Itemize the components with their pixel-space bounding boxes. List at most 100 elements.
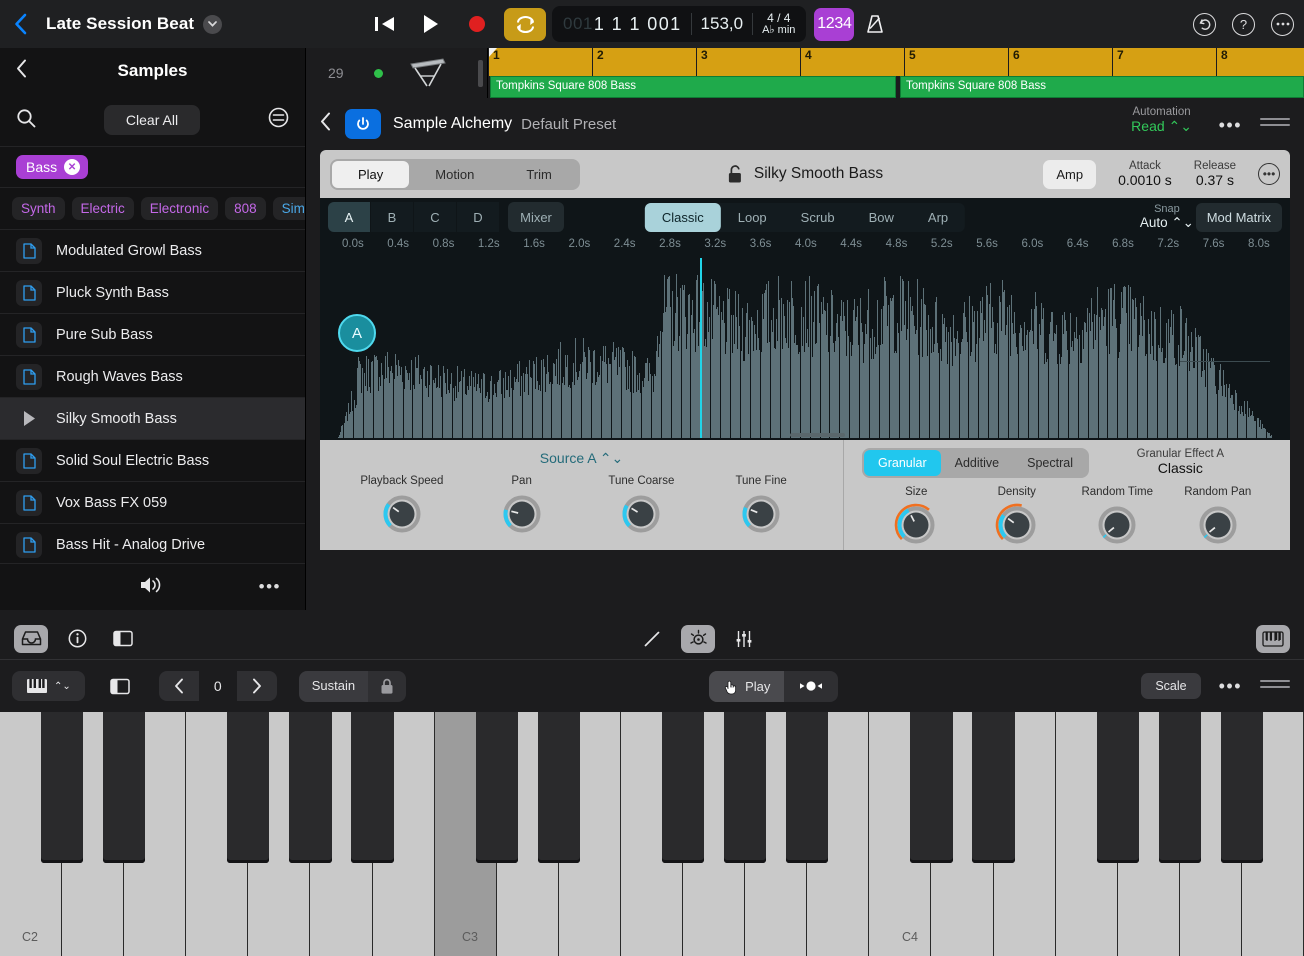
mixer-button[interactable]: Mixer bbox=[508, 202, 564, 232]
knob-size[interactable]: Size bbox=[870, 486, 962, 547]
help-button[interactable]: ? bbox=[1232, 13, 1255, 36]
play-mode-button[interactable]: Play bbox=[709, 671, 784, 702]
knob-density[interactable]: Density bbox=[971, 486, 1063, 547]
pitchbend-button[interactable] bbox=[784, 671, 838, 702]
project-menu-caret[interactable] bbox=[203, 15, 222, 34]
waveform-display[interactable]: 0.0s0.4s0.8s1.2s1.6s2.0s2.4s2.8s3.2s3.6s… bbox=[320, 236, 1290, 440]
knob-dial[interactable] bbox=[1095, 503, 1139, 547]
view-tabs[interactable]: PlayMotionTrim bbox=[330, 159, 580, 190]
attack-param[interactable]: Attack 0.0010 s bbox=[1118, 160, 1172, 188]
list-item[interactable]: Pure Sub Bass bbox=[0, 314, 305, 356]
octave-stepper[interactable]: 0 bbox=[159, 671, 277, 701]
region[interactable]: Tompkins Square 808 Bass bbox=[490, 76, 896, 98]
keyboard-type-selector[interactable]: ⌃⌄ bbox=[12, 671, 85, 701]
automation-mode[interactable]: Automation Read ⌃⌄ bbox=[1131, 106, 1192, 135]
play-mode-selector[interactable]: Play bbox=[709, 671, 838, 702]
piano-black-key[interactable] bbox=[476, 712, 518, 863]
plugin-back-button[interactable] bbox=[320, 112, 331, 136]
keyboard-panel-button[interactable] bbox=[103, 672, 137, 700]
scale-button[interactable]: Scale bbox=[1141, 673, 1200, 699]
keyboard-icon-button[interactable]: ⌃⌄ bbox=[12, 671, 85, 701]
sidebar-more-button[interactable]: ••• bbox=[259, 577, 281, 597]
source-panel-header[interactable]: Source A ⌃⌄ bbox=[320, 440, 843, 467]
source-tab-a[interactable]: A bbox=[328, 202, 371, 232]
undo-button[interactable] bbox=[1193, 13, 1216, 36]
engine-tab-spectral[interactable]: Spectral bbox=[1013, 450, 1087, 476]
close-icon[interactable]: ✕ bbox=[64, 159, 80, 175]
piano-black-key[interactable] bbox=[538, 712, 580, 863]
piano-black-key[interactable] bbox=[103, 712, 145, 863]
keyboard-more-button[interactable]: ••• bbox=[1219, 676, 1242, 697]
record-button[interactable] bbox=[454, 6, 500, 42]
source-tab-d[interactable]: D bbox=[457, 202, 500, 232]
sustain-lock-button[interactable] bbox=[368, 671, 406, 702]
more-circle-icon[interactable]: ••• bbox=[1258, 163, 1280, 185]
timeline-ruler[interactable]: 12345678Tompkins Square 808 BassTompkins… bbox=[488, 48, 1304, 98]
play-mode-scrub[interactable]: Scrub bbox=[784, 203, 852, 232]
play-mode-loop[interactable]: Loop bbox=[721, 203, 784, 232]
piano-black-key[interactable] bbox=[41, 712, 83, 863]
keyboard-grip-handle[interactable] bbox=[1260, 680, 1290, 692]
tag-chip-electronic[interactable]: Electronic bbox=[141, 197, 218, 220]
piano-black-key[interactable] bbox=[1097, 712, 1139, 863]
pencil-tool-button[interactable] bbox=[635, 625, 669, 653]
knob-dial[interactable] bbox=[995, 503, 1039, 547]
snap-control[interactable]: Snap Auto ⌃⌄ bbox=[1140, 203, 1194, 231]
piano-black-key[interactable] bbox=[1221, 712, 1263, 863]
preview-volume-button[interactable] bbox=[138, 574, 168, 601]
source-tab-b[interactable]: B bbox=[371, 202, 414, 232]
piano-black-key[interactable] bbox=[662, 712, 704, 863]
piano-black-key[interactable] bbox=[351, 712, 393, 863]
list-item[interactable]: Bass Hit - Analog Drive bbox=[0, 524, 305, 563]
waveform-scrollbar[interactable] bbox=[790, 433, 845, 437]
clear-all-button[interactable]: Clear All bbox=[104, 105, 200, 135]
keyboard-toggle-button[interactable] bbox=[1256, 625, 1290, 653]
waveform-playhead[interactable] bbox=[700, 258, 702, 438]
samples-list[interactable]: Modulated Growl BassPluck Synth BassPure… bbox=[0, 230, 305, 563]
piano-black-key[interactable] bbox=[910, 712, 952, 863]
tag-chip-synth[interactable]: Synth bbox=[12, 197, 65, 220]
knob-tune-coarse[interactable]: Tune Coarse bbox=[595, 475, 687, 536]
piano-black-key[interactable] bbox=[972, 712, 1014, 863]
cycle-button[interactable] bbox=[504, 8, 546, 41]
piano-black-key[interactable] bbox=[724, 712, 766, 863]
plugin-grip-handle[interactable] bbox=[1260, 118, 1290, 130]
info-button[interactable] bbox=[60, 625, 94, 653]
play-mode-bow[interactable]: Bow bbox=[852, 203, 911, 232]
search-button[interactable] bbox=[16, 108, 36, 133]
play-mode-arp[interactable]: Arp bbox=[911, 203, 965, 232]
track-fader[interactable] bbox=[478, 60, 483, 87]
play-mode-tabs[interactable]: ClassicLoopScrubBowArp bbox=[645, 203, 965, 232]
tab-trim[interactable]: Trim bbox=[500, 161, 578, 188]
sample-marker-a[interactable]: A bbox=[338, 314, 376, 352]
tag-chip-simple[interactable]: Simple bbox=[273, 197, 305, 220]
source-tabs[interactable]: ABCD bbox=[328, 202, 500, 232]
lcd-display[interactable]: 001 1 1 1 001 153,0 4 / 4 A♭ min bbox=[552, 6, 806, 42]
list-item[interactable]: Silky Smooth Bass bbox=[0, 398, 305, 440]
octave-down-button[interactable] bbox=[159, 671, 199, 701]
piano-black-key[interactable] bbox=[289, 712, 331, 863]
list-item[interactable]: Solid Soul Electric Bass bbox=[0, 440, 305, 482]
release-param[interactable]: Release 0.37 s bbox=[1194, 160, 1236, 188]
back-button[interactable] bbox=[0, 0, 40, 48]
brightness-button[interactable] bbox=[681, 625, 715, 653]
plugin-preset-name[interactable]: Default Preset bbox=[521, 116, 616, 133]
library-button[interactable] bbox=[14, 625, 48, 653]
piano-black-key[interactable] bbox=[786, 712, 828, 863]
sidebar-back-button[interactable] bbox=[16, 59, 27, 83]
engine-tab-granular[interactable]: Granular bbox=[864, 450, 941, 476]
filter-button[interactable] bbox=[268, 107, 289, 133]
tab-play[interactable]: Play bbox=[332, 161, 409, 188]
knob-dial[interactable] bbox=[739, 492, 783, 536]
list-item[interactable]: Pluck Synth Bass bbox=[0, 272, 305, 314]
knob-random-time[interactable]: Random Time bbox=[1071, 486, 1163, 547]
knob-dial[interactable] bbox=[1196, 503, 1240, 547]
engine-tabs[interactable]: GranularAdditiveSpectral bbox=[862, 448, 1089, 478]
play-mode-classic[interactable]: Classic bbox=[645, 203, 721, 232]
piano-black-key[interactable] bbox=[227, 712, 269, 863]
knob-dial[interactable] bbox=[619, 492, 663, 536]
tab-motion[interactable]: Motion bbox=[409, 161, 500, 188]
knob-dial[interactable] bbox=[894, 503, 938, 547]
octave-up-button[interactable] bbox=[237, 671, 277, 701]
list-item[interactable]: Vox Bass FX 059 bbox=[0, 482, 305, 524]
